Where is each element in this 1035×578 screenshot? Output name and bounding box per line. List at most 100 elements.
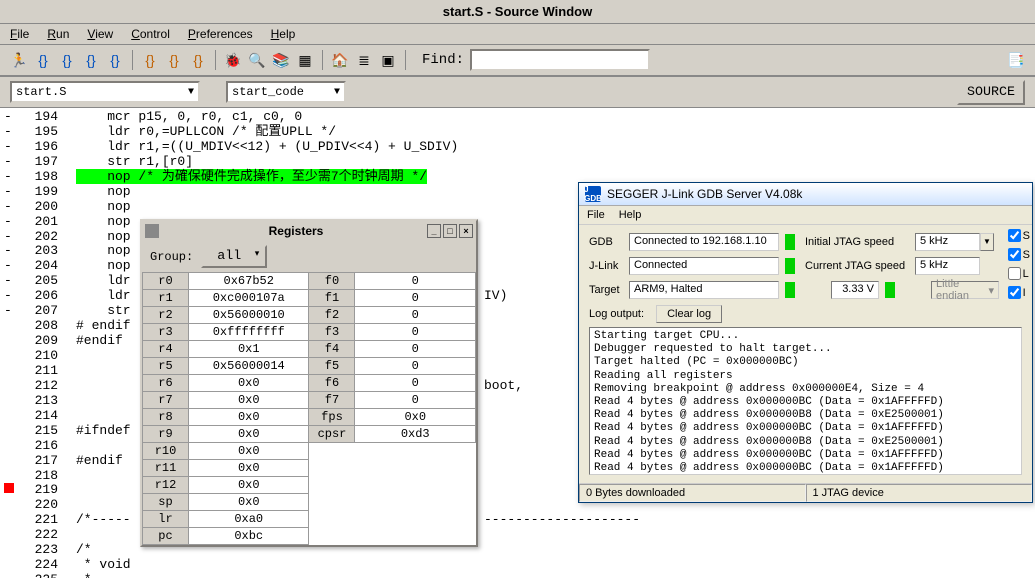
endian-selector[interactable]: Little endian▾ xyxy=(931,281,999,299)
register-row[interactable]: r00x67b52f00 xyxy=(143,273,476,290)
bookmark-icon[interactable]: 📑 xyxy=(1007,51,1025,69)
jlink-menu-help[interactable]: Help xyxy=(619,209,642,221)
registers-title: Registers xyxy=(165,224,427,238)
chip-icon[interactable]: ▦ xyxy=(296,51,314,69)
code-line[interactable]: 224 * void xyxy=(4,558,1031,573)
log-line: Debugger requested to halt target... xyxy=(594,343,1017,356)
menu-run[interactable]: Run xyxy=(47,27,69,41)
log-line: Read 4 bytes @ address 0x000000B8 (Data … xyxy=(594,436,1017,449)
menu-control[interactable]: Control xyxy=(131,27,170,41)
books-icon[interactable]: 📚 xyxy=(272,51,290,69)
jlink-conn-label: J-Link xyxy=(589,260,629,272)
status-indicator xyxy=(785,282,795,298)
file-selector-bar: start.S ▼ start_code ▼ SOURCE xyxy=(0,77,1035,108)
log-label: Log output: xyxy=(589,308,644,320)
step-into-icon[interactable]: {} xyxy=(165,51,183,69)
menu-bar: File Run View Control Preferences Help xyxy=(0,24,1035,45)
run-icon[interactable]: 🏃 xyxy=(10,51,28,69)
close-button[interactable]: × xyxy=(459,224,473,238)
menu-file[interactable]: File xyxy=(10,27,29,41)
menu-help[interactable]: Help xyxy=(271,27,296,41)
log-line: Read 4 bytes @ address 0x000000B8 (Data … xyxy=(594,409,1017,422)
window-title: start.S - Source Window xyxy=(0,0,1035,24)
function-combo[interactable]: start_code ▼ xyxy=(226,81,346,103)
jlink-menu-file[interactable]: File xyxy=(587,209,605,221)
register-row[interactable]: r40x1f40 xyxy=(143,341,476,358)
separator xyxy=(405,50,406,70)
registers-controls: Group: all ▾ xyxy=(142,241,476,272)
code-line[interactable]: -195 ldr r0,=UPLLCON /* 配置UPLL */ xyxy=(4,125,1031,140)
initial-speed-value[interactable]: 5 kHz xyxy=(915,233,980,251)
source-mode-button[interactable]: SOURCE xyxy=(957,80,1025,105)
menu-preferences[interactable]: Preferences xyxy=(188,27,253,41)
register-row[interactable]: lr0xa0 xyxy=(143,511,476,528)
step-icon-4[interactable]: {} xyxy=(106,51,124,69)
bug-icon[interactable]: 🐞 xyxy=(224,51,242,69)
register-row[interactable]: sp0x0 xyxy=(143,494,476,511)
find-input[interactable] xyxy=(470,49,650,71)
file-combo-value: start.S xyxy=(16,85,66,99)
chevron-down-icon[interactable]: ▼ xyxy=(980,233,994,251)
jlink-menu: File Help xyxy=(579,206,1032,225)
step-over-icon[interactable]: {} xyxy=(141,51,159,69)
code-line[interactable]: -197 str r1,[r0] xyxy=(4,155,1031,170)
register-row[interactable]: r20x56000010f20 xyxy=(143,307,476,324)
group-selector[interactable]: all ▾ xyxy=(201,245,267,268)
group-label: Group: xyxy=(150,250,193,264)
list-icon[interactable]: ≣ xyxy=(355,51,373,69)
toolbar: 🏃 {} {} {} {} {} {} {} 🐞 🔍 📚 ▦ 🏠 ≣ ▣ Fin… xyxy=(0,45,1035,77)
find-label: Find: xyxy=(422,52,464,68)
jlink-title-text: SEGGER J-Link GDB Server V4.08k xyxy=(607,187,802,201)
target-label: Target xyxy=(589,284,629,296)
jtag-device-count: 1 JTAG device xyxy=(806,484,1033,502)
checkbox-4[interactable]: I xyxy=(1008,286,1030,299)
registers-table: r00x67b52f00r10xc000107af10r20x56000010f… xyxy=(142,272,476,545)
step-icon-3[interactable]: {} xyxy=(82,51,100,69)
current-speed-value: 5 kHz xyxy=(915,257,980,275)
file-combo[interactable]: start.S ▼ xyxy=(10,81,200,103)
current-speed-label: Current JTAG speed xyxy=(805,260,915,272)
log-line: Read 4 bytes @ address 0x000000BC (Data … xyxy=(594,422,1017,435)
step-icon-2[interactable]: {} xyxy=(58,51,76,69)
menu-view[interactable]: View xyxy=(87,27,113,41)
checkbox-1[interactable]: S xyxy=(1008,229,1030,242)
register-row[interactable]: r80x0fps0x0 xyxy=(143,409,476,426)
register-row[interactable]: r90x0cpsr0xd3 xyxy=(143,426,476,443)
home-icon[interactable]: 🏠 xyxy=(331,51,349,69)
log-line: Reading all registers xyxy=(594,370,1017,383)
registers-title-bar[interactable]: Registers _ □ × xyxy=(142,221,476,241)
step-out-icon[interactable]: {} xyxy=(189,51,207,69)
chevron-down-icon: ▾ xyxy=(988,284,994,297)
register-row[interactable]: r60x0f60 xyxy=(143,375,476,392)
step-icon-1[interactable]: {} xyxy=(34,51,52,69)
target-status: ARM9, Halted xyxy=(629,281,779,299)
register-row[interactable]: pc0xbc xyxy=(143,528,476,545)
register-row[interactable]: r30xfffffffff30 xyxy=(143,324,476,341)
clear-log-button[interactable]: Clear log xyxy=(656,305,722,323)
minimize-button[interactable]: _ xyxy=(427,224,441,238)
console-icon[interactable]: ▣ xyxy=(379,51,397,69)
maximize-button[interactable]: □ xyxy=(443,224,457,238)
register-row[interactable]: r50x56000014f50 xyxy=(143,358,476,375)
gdb-label: GDB xyxy=(589,236,629,248)
chevron-down-icon: ▼ xyxy=(334,87,340,98)
log-line: Removing breakpoint @ address 0x000000E4… xyxy=(594,383,1017,396)
register-row[interactable]: r120x0 xyxy=(143,477,476,494)
register-row[interactable]: r110x0 xyxy=(143,460,476,477)
log-line: Read 4 bytes @ address 0x000000BC (Data … xyxy=(594,449,1017,462)
jlink-title-bar[interactable]: JGDB SEGGER J-Link GDB Server V4.08k xyxy=(579,183,1032,206)
log-output[interactable]: Starting target CPU...Debugger requested… xyxy=(589,327,1022,475)
register-row[interactable]: r70x0f70 xyxy=(143,392,476,409)
jlink-icon: JGDB xyxy=(585,186,601,202)
code-line[interactable]: -196 ldr r1,=((U_MDIV<<12) + (U_PDIV<<4)… xyxy=(4,140,1031,155)
log-line: Read 4 bytes @ address 0x000000BC (Data … xyxy=(594,462,1017,475)
register-row[interactable]: r10xc000107af10 xyxy=(143,290,476,307)
code-line[interactable]: -194 mcr p15, 0, r0, c1, c0, 0 xyxy=(4,110,1031,125)
register-row[interactable]: r100x0 xyxy=(143,443,476,460)
checkbox-2[interactable]: S xyxy=(1008,248,1030,261)
log-line: Target halted (PC = 0x000000BC) xyxy=(594,356,1017,369)
checkbox-3[interactable]: L xyxy=(1008,267,1030,280)
status-indicator xyxy=(785,234,795,250)
log-line: Starting target CPU... xyxy=(594,330,1017,343)
search-icon[interactable]: 🔍 xyxy=(248,51,266,69)
